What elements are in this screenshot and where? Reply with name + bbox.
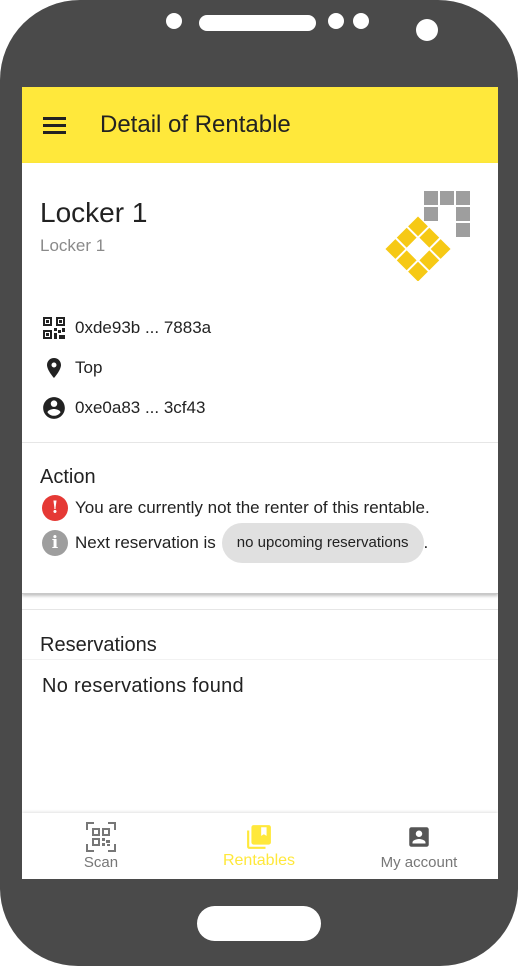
qr-scan-icon — [85, 822, 117, 852]
page-title: Detail of Rentable — [100, 111, 291, 138]
no-reservations-text: No reservations found — [42, 675, 244, 697]
not-renter-text: You are currently not the renter of this… — [75, 498, 430, 517]
account-box-icon — [406, 822, 432, 852]
address-row: 0xde93b ... 7883a — [40, 314, 211, 342]
speaker-grille — [199, 15, 316, 31]
divider — [22, 609, 498, 610]
next-reservation-prefix: Next reservation is — [75, 533, 216, 552]
app-screen: Detail of Rentable Locker 1 Locker 1 0xd… — [22, 87, 498, 879]
qr-code-icon — [40, 314, 68, 342]
rentable-name: Locker 1 — [40, 197, 148, 228]
front-camera — [416, 19, 438, 41]
rentable-owner: 0xe0a83 ... 3cf43 — [75, 398, 206, 417]
bottom-navigation: Scan Rentables My account — [22, 813, 498, 879]
next-reservation-suffix: . — [423, 533, 429, 552]
sensor-dot — [353, 13, 369, 29]
location-row: Top — [40, 354, 102, 382]
reservations-section-title: Reservations — [40, 634, 157, 656]
info-icon: i — [42, 530, 68, 556]
owner-row: 0xe0a83 ... 3cf43 — [40, 394, 205, 422]
nav-label-scan: Scan — [83, 854, 119, 871]
sensor-dot — [166, 13, 182, 29]
nav-label-my-account: My account — [380, 854, 458, 871]
location-pin-icon — [40, 354, 68, 382]
rentable-description: Locker 1 — [40, 236, 106, 255]
app-bar: Detail of Rentable — [22, 87, 498, 163]
not-renter-notice: ! You are currently not the renter of th… — [42, 495, 430, 521]
error-icon: ! — [42, 495, 68, 521]
nav-item-rentables[interactable]: Rentables — [180, 813, 338, 879]
rentable-address: 0xde93b ... 7883a — [75, 318, 212, 337]
divider — [22, 442, 498, 443]
phone-frame: Detail of Rentable Locker 1 Locker 1 0xd… — [0, 0, 518, 966]
nav-item-scan[interactable]: Scan — [22, 813, 180, 879]
sensor-dot — [328, 13, 344, 29]
action-section-title: Action — [40, 466, 96, 488]
nav-item-my-account[interactable]: My account — [340, 813, 498, 879]
rentable-location: Top — [75, 358, 103, 377]
library-books-icon — [246, 822, 272, 852]
nav-label-rentables: Rentables — [222, 852, 296, 869]
app-logo — [385, 191, 470, 281]
next-reservation-notice: i Next reservation is no upcoming reserv… — [42, 523, 429, 563]
account-circle-icon — [40, 394, 68, 422]
next-reservation-chip[interactable]: no upcoming reservations — [221, 523, 424, 563]
divider — [22, 659, 498, 660]
home-button[interactable] — [197, 906, 321, 941]
menu-icon[interactable] — [38, 109, 70, 141]
